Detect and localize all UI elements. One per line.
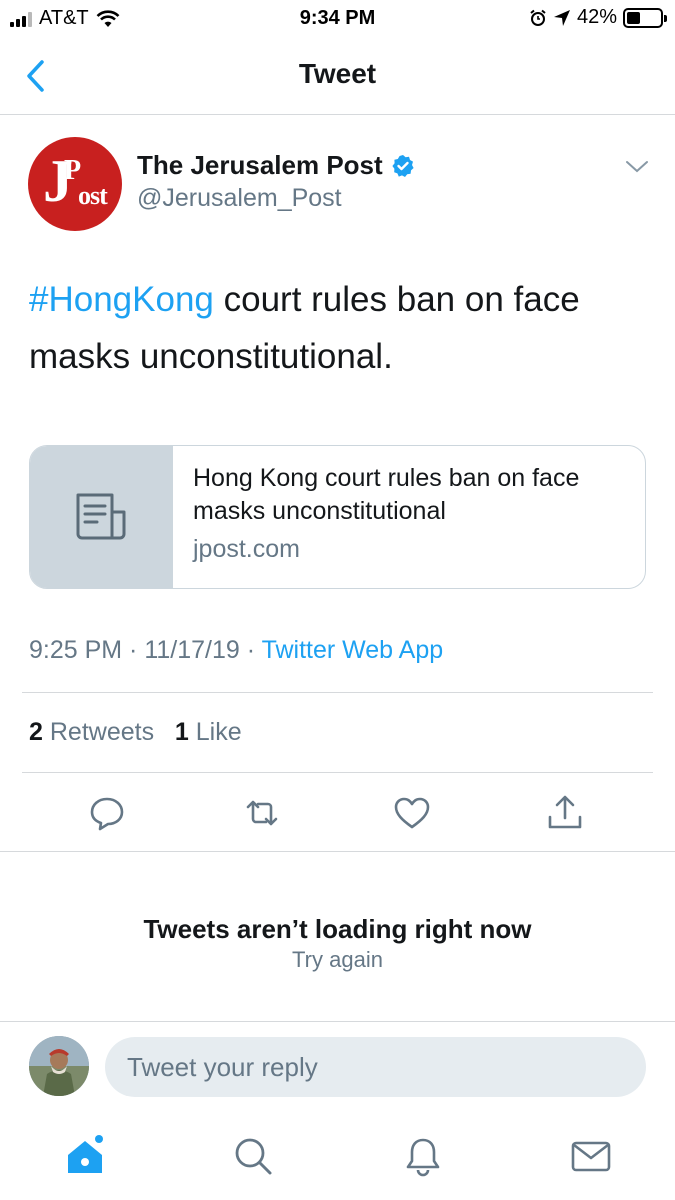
status-right: 42% — [529, 6, 667, 29]
timeline-error-title: Tweets aren’t loading right now — [143, 914, 532, 944]
try-again-button[interactable]: Try again — [0, 947, 675, 973]
like-icon[interactable] — [392, 793, 432, 833]
card-title: Hong Kong court rules ban on face masks … — [193, 464, 580, 525]
retweet-icon[interactable] — [242, 793, 282, 833]
nav-bar: Tweet — [0, 38, 675, 115]
card-thumbnail — [30, 446, 173, 588]
hashtag-link[interactable]: #HongKong — [29, 280, 214, 319]
divider — [0, 851, 675, 852]
tweet-stats: 2 Retweets 1 Like — [29, 718, 242, 747]
tweet-time: 9:25 PM — [29, 636, 123, 664]
meta-separator: · — [122, 636, 145, 664]
divider — [0, 1021, 675, 1022]
link-card[interactable]: Hong Kong court rules ban on face masks … — [29, 445, 646, 589]
retweet-label: Retweets — [49, 718, 155, 746]
card-domain: jpost.com — [193, 535, 300, 563]
divider — [22, 692, 653, 693]
status-bar: AT&T 9:34 PM 42% — [0, 0, 675, 38]
location-arrow-icon — [553, 9, 570, 26]
article-icon — [76, 493, 126, 540]
battery-percent: 42% — [576, 6, 617, 28]
likes-stat[interactable]: 1 Like — [175, 718, 242, 746]
notifications-icon[interactable] — [402, 1135, 444, 1177]
display-name[interactable]: The Jerusalem Post — [137, 150, 415, 181]
page-title: Tweet — [298, 58, 377, 89]
meta-separator: · — [239, 636, 262, 664]
retweets-stat[interactable]: 2 Retweets — [29, 718, 154, 746]
chevron-down-icon[interactable] — [624, 156, 650, 176]
verified-badge-icon — [392, 154, 414, 177]
reply-icon[interactable] — [87, 793, 127, 833]
search-icon[interactable] — [232, 1135, 274, 1177]
messages-icon[interactable] — [570, 1135, 612, 1177]
display-name-text: The Jerusalem Post — [137, 150, 383, 180]
tweet-meta: 9:25 PM · 11/17/19 · Twitter Web App — [29, 636, 443, 665]
alarm-icon — [530, 9, 546, 26]
battery-fill — [627, 11, 641, 24]
retweet-count: 2 — [29, 718, 43, 746]
user-avatar[interactable] — [29, 1036, 89, 1096]
user-avatar-image — [29, 1036, 89, 1096]
reply-input[interactable] — [105, 1037, 646, 1097]
tweet-date: 11/17/19 — [144, 636, 240, 664]
jpost-avatar[interactable]: J P ost — [28, 137, 122, 231]
like-count: 1 — [174, 718, 189, 746]
user-handle[interactable]: @Jerusalem_Post — [137, 184, 342, 213]
tweet-text: #HongKong court rules ban on face masks … — [29, 271, 649, 385]
divider — [22, 772, 653, 773]
share-icon[interactable] — [545, 793, 585, 833]
like-label: Like — [195, 718, 242, 746]
tweet-source-link[interactable]: Twitter Web App — [262, 636, 444, 664]
jpost-logo-ost: ost — [78, 181, 108, 210]
home-icon[interactable] — [64, 1135, 106, 1177]
battery-icon — [623, 7, 667, 28]
